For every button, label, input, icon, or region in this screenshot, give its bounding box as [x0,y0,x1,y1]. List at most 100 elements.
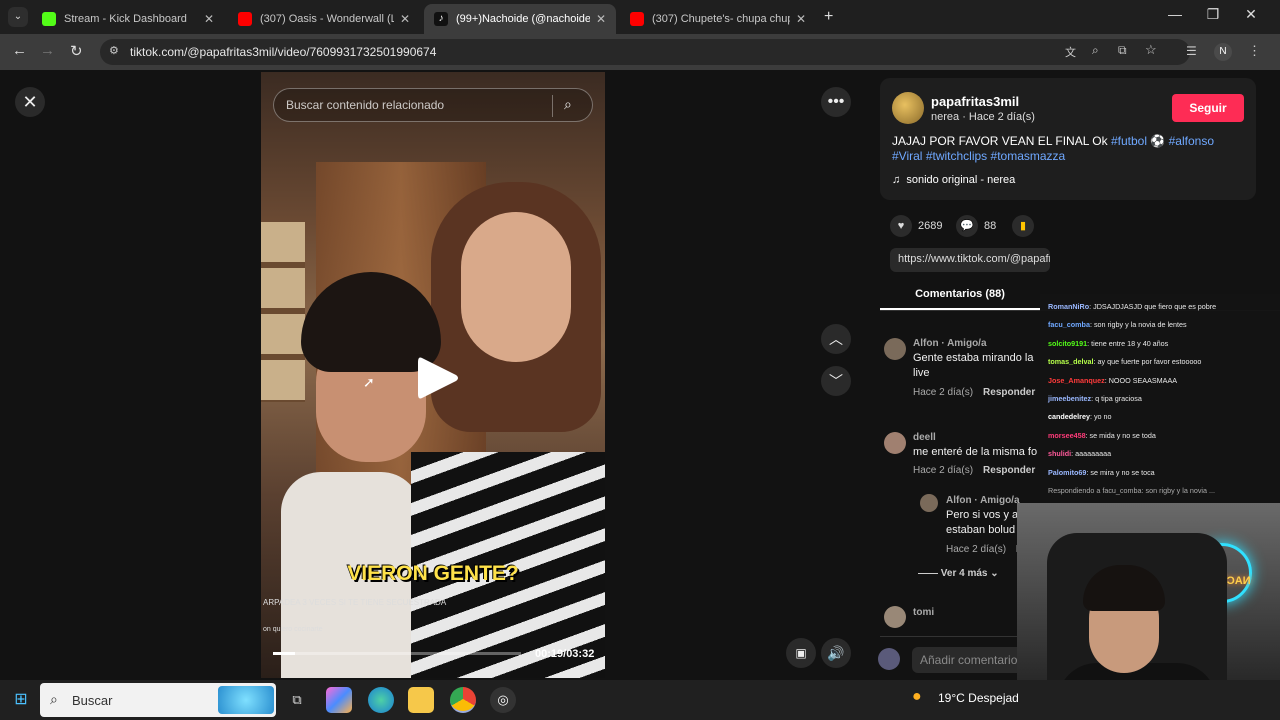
video-subcaption: ARPADEA 3 VECES SI TE TIENE SECUESTRADA [263,598,447,607]
tab-nachoide-tiktok[interactable]: ♪ (99+)Nachoide (@nachoide1) | ✕ [424,4,616,34]
sound-link[interactable]: ♫ sonido original - nerea [892,174,1015,186]
more-options-icon[interactable]: ••• [821,87,851,117]
forward-arrow-icon[interactable]: → [40,42,55,59]
edge-icon[interactable] [368,687,394,713]
chat-text: Respondiendo a facu_comba: son rigby y l… [1048,486,1216,495]
weather-text[interactable]: 19°C Despejad [938,691,1019,705]
bookmark-icon: ▮ [1012,215,1034,237]
install-app-icon[interactable]: ⧉ [1118,43,1127,58]
tab-search-icon[interactable]: ☰ [1186,44,1197,58]
avatar[interactable] [884,432,906,454]
back-arrow-icon[interactable]: ← [12,42,27,59]
new-tab-plus-icon[interactable]: + [824,8,833,26]
tab-comments[interactable]: Comentarios (88) [880,282,1040,310]
comment-button[interactable]: 💬 88 [956,215,996,237]
chat-text: : tiene entre 18 y 40 años [1087,338,1169,348]
close-tab-icon[interactable]: ✕ [796,12,806,26]
translate-icon[interactable]: 文 [1065,44,1076,60]
comment-author[interactable]: Alfon · Amigo/a [913,338,987,349]
chat-username[interactable]: shulidi [1048,449,1071,458]
comment-author[interactable]: tomi [913,607,934,618]
tab-oasis-wonderwall[interactable]: (307) Oasis - Wonderwall (Lyric ✕ [228,4,420,34]
video-progress-bar[interactable] [273,652,521,655]
close-tab-icon[interactable]: ✕ [204,12,214,26]
video-subcaption: on quiero cocinarte [263,626,323,633]
site-info-icon[interactable]: ⚙ [109,44,119,57]
save-button[interactable]: ▮ [1012,215,1040,237]
task-view-icon[interactable]: ⧉ [284,687,310,713]
obs-recorder-icon[interactable]: ◎ [490,687,516,713]
zoom-icon[interactable]: ⌕ [1092,43,1099,58]
taskbar-search-placeholder: Buscar [72,693,113,708]
comment-author[interactable]: Alfon · Amigo/a [946,495,1020,506]
copilot-icon[interactable] [326,687,352,713]
chat-username[interactable]: jimeebenitez [1048,394,1091,403]
tab-search-dropdown-icon[interactable]: ⌄ [8,7,28,27]
address-bar[interactable]: ⚙ tiktok.com/@papafritas3mil/video/76099… [100,39,1190,65]
close-tab-icon[interactable]: ✕ [596,12,606,26]
tab-kick-dashboard[interactable]: Stream - Kick Dashboard ✕ [32,4,224,34]
avatar[interactable] [884,338,906,360]
floating-player-icon[interactable]: ▣ [786,638,816,668]
copy-link-field[interactable]: https://www.tiktok.com/@papafritas3mil [890,248,1050,272]
avatar[interactable] [892,92,924,124]
reply-button[interactable]: Responder [983,387,1035,398]
comment-input[interactable]: Añadir comentario [912,647,1032,673]
hashtag-link[interactable]: #Viral [892,149,922,163]
hashtag-link[interactable]: #twitchclips [926,149,987,163]
like-button[interactable]: ♥ 2689 [890,215,942,237]
minimize-window-icon[interactable]: — [1160,6,1190,22]
chat-username[interactable]: Jose_Amanquez [1048,376,1105,385]
follow-button[interactable]: Seguir [1172,94,1244,122]
maximize-window-icon[interactable]: ❐ [1198,6,1228,23]
author-username[interactable]: papafritas3mil [931,94,1019,109]
chrome-icon[interactable] [450,687,476,713]
volume-icon[interactable]: 🔊 [821,638,851,668]
chat-text: : yo no [1089,412,1112,422]
close-tab-icon[interactable]: ✕ [400,12,410,26]
bookmark-star-icon[interactable]: ☆ [1145,42,1157,58]
profile-avatar[interactable]: N [1214,43,1232,61]
chat-username[interactable]: morsee458 [1048,431,1086,440]
close-video-icon[interactable]: ✕ [15,87,45,117]
comment-text: me enteré de la misma fo [913,446,1038,458]
browser-toolbar: ← → ↻ ⚙ tiktok.com/@papafritas3mil/video… [0,34,1280,70]
tab-chupetes[interactable]: (307) Chupete's- chupa chupa c ✕ [620,4,816,34]
reply-button[interactable]: Responder [983,465,1035,476]
hashtag-link[interactable]: #futbol [1111,134,1147,148]
chat-username[interactable]: RomanNiRo [1048,302,1089,311]
chat-username[interactable]: solcito9191 [1048,339,1087,348]
file-explorer-icon[interactable] [408,687,434,713]
url-text[interactable]: tiktok.com/@papafritas3mil/video/7609931… [130,45,436,59]
hashtag-link[interactable]: #tomasmazza [991,149,1066,163]
avatar [878,648,900,670]
close-window-icon[interactable]: ✕ [1236,6,1266,23]
play-icon[interactable] [416,354,460,402]
view-more-replies[interactable]: —— Ver 4 más ⌄ [918,568,999,579]
comment-author[interactable]: deell [913,432,936,443]
comment-text: live [913,367,930,379]
hashtag-link[interactable]: #alfonso [1169,134,1214,148]
windows-start-icon[interactable]: ⊞ [8,687,34,713]
chat-username[interactable]: tomas_delval [1048,357,1094,366]
menu-kebab-icon[interactable]: ⋮ [1248,43,1261,59]
chat-text: : son rigby y la novia de lentes [1089,320,1187,330]
avatar[interactable] [920,494,938,512]
comment-time: Hace 2 día(s) [913,387,974,398]
chat-username[interactable]: facu_comba [1048,320,1090,329]
chat-username[interactable]: Palomito69 [1048,468,1086,477]
search-icon[interactable]: ⌕ [564,96,572,113]
reload-icon[interactable]: ↻ [70,42,83,60]
comment-bubble-icon: 💬 [956,215,978,237]
weather-icon[interactable]: ● [912,688,922,706]
video-player[interactable]: Buscar contenido relacionado ⌕ ➚ VIERON … [261,72,605,678]
search-icon: ⌕ [50,691,58,707]
youtube-favicon-icon [630,12,644,26]
avatar[interactable] [884,606,906,628]
previous-video-chevron-up-icon[interactable]: ︿ [821,324,851,354]
taskbar-search-input[interactable]: ⌕ Buscar [40,683,276,717]
soccer-ball-icon: ⚽ [1150,134,1166,148]
related-search-input[interactable]: Buscar contenido relacionado ⌕ [273,88,593,122]
next-video-chevron-down-icon[interactable]: ﹀ [821,366,851,396]
chat-username[interactable]: candedelrey [1048,412,1090,421]
